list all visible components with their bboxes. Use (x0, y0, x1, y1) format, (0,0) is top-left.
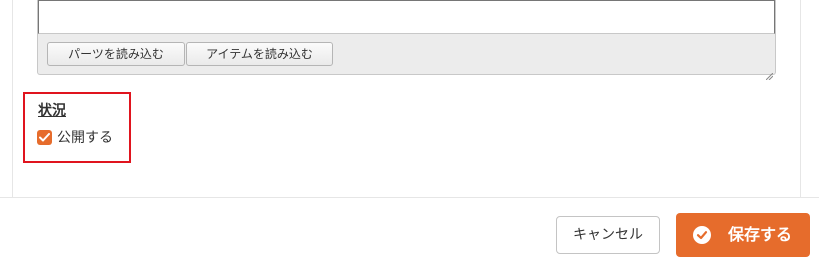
editor-textarea[interactable] (38, 0, 775, 34)
publish-checkbox[interactable] (37, 130, 52, 145)
load-parts-button[interactable]: パーツを読み込む (47, 42, 185, 66)
load-items-button[interactable]: アイテムを読み込む (186, 42, 333, 66)
save-label: 保存する (728, 225, 793, 244)
save-button[interactable]: 保存する (676, 213, 810, 257)
cancel-button[interactable]: キャンセル (556, 216, 660, 254)
publish-label[interactable]: 公開する (57, 128, 113, 148)
text-editor: パーツを読み込む アイテムを読み込む (37, 0, 776, 81)
resize-grip-icon[interactable] (765, 65, 774, 81)
checkmark-icon (39, 133, 50, 142)
check-circle-icon (693, 226, 711, 244)
status-heading: 状況 (38, 103, 66, 119)
